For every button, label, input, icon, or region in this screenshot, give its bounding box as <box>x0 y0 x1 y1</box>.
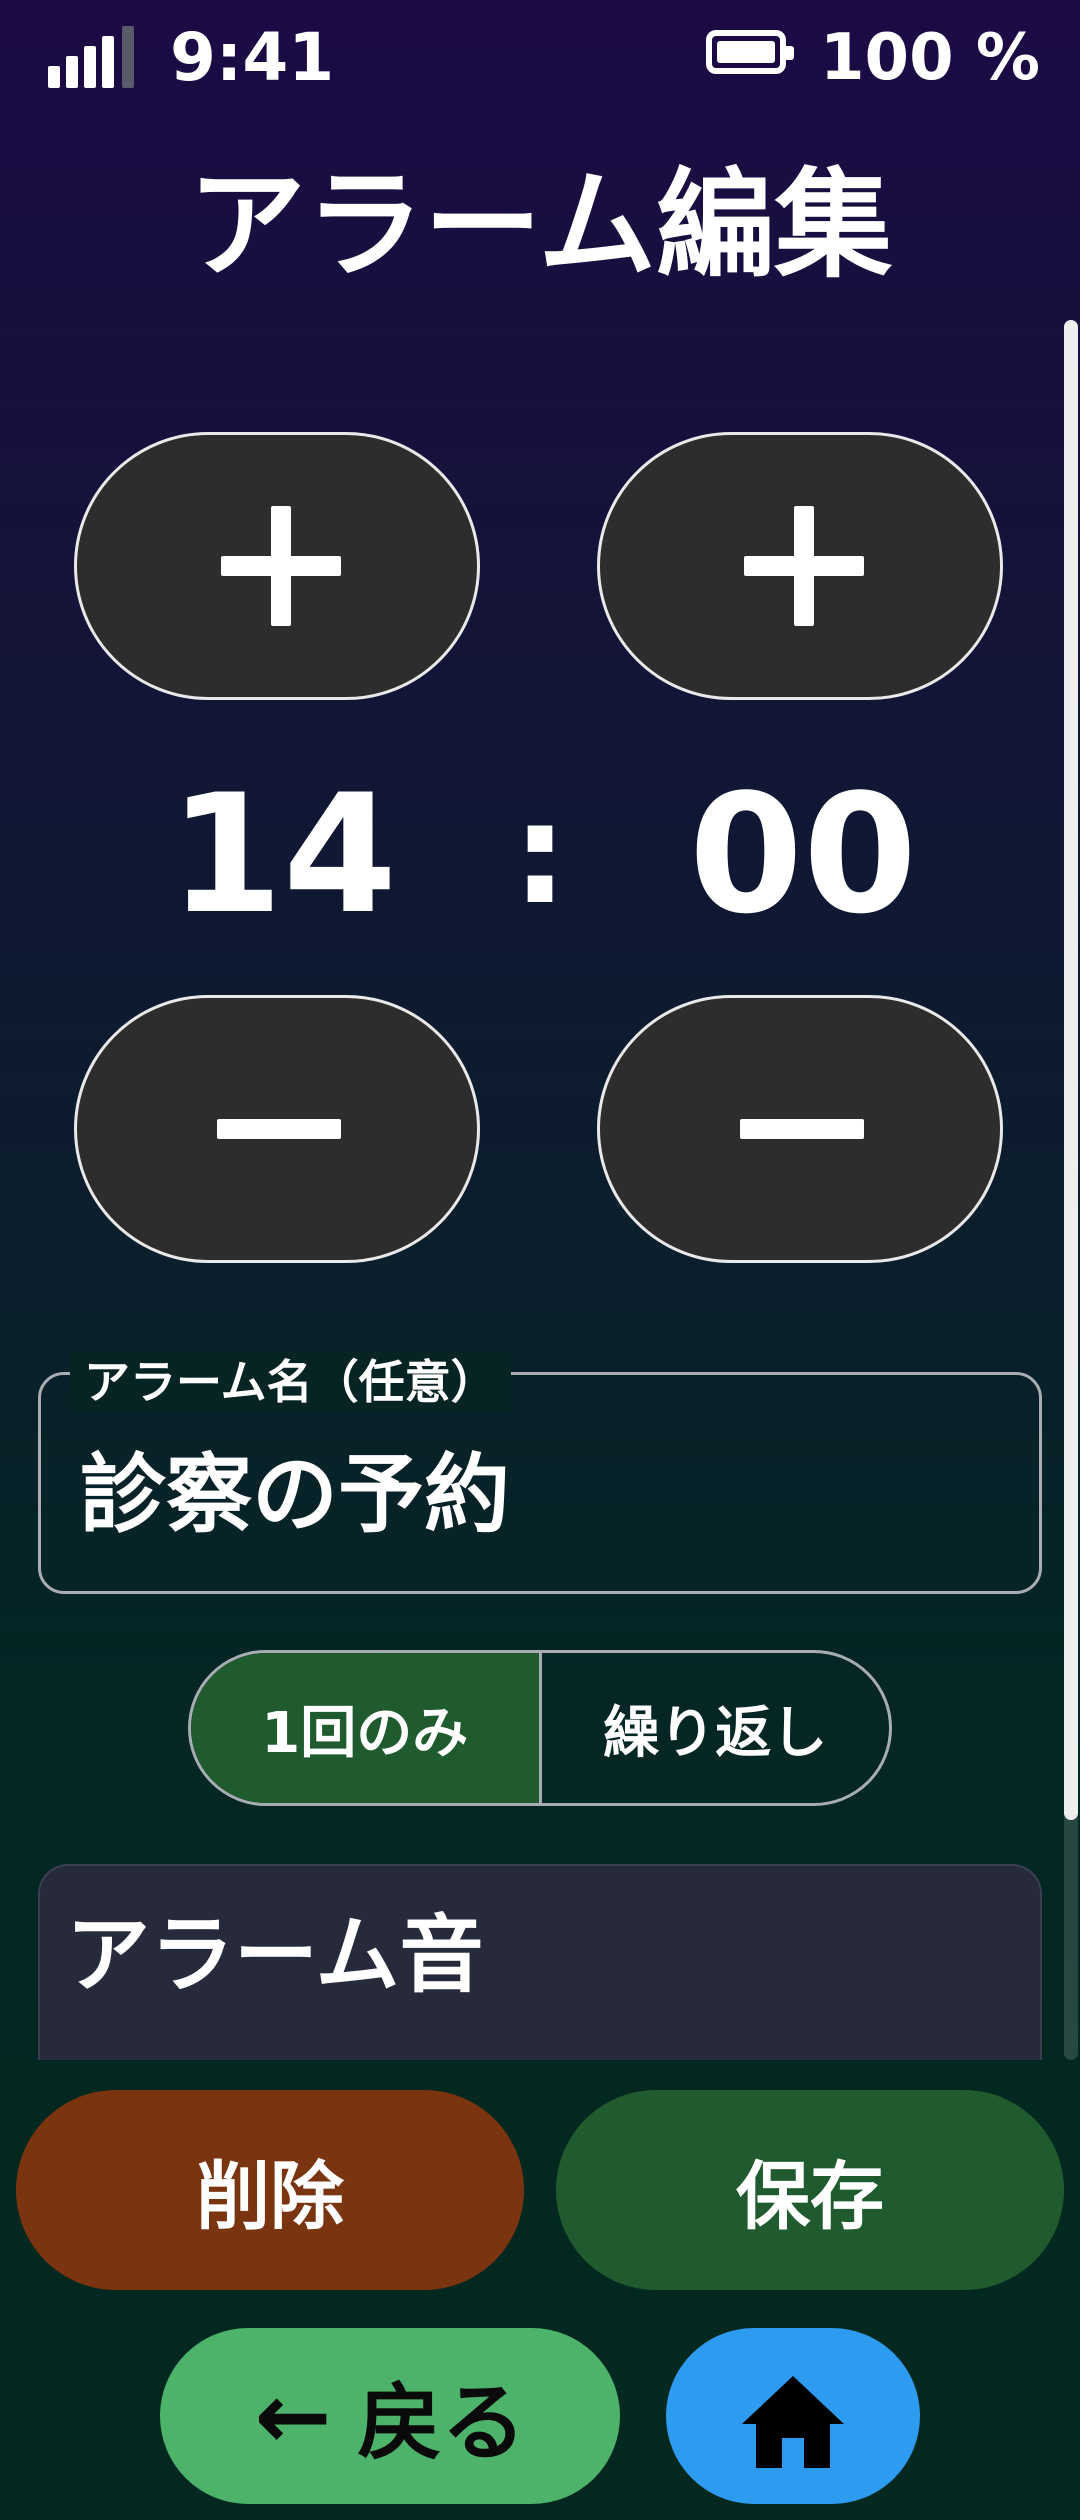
status-time: 9:41 <box>170 19 335 96</box>
repeat-toggle: 1回のみ 繰り返し <box>188 1650 892 1806</box>
repeat-option[interactable]: 繰り返し <box>542 1653 890 1803</box>
save-button[interactable]: 保存 <box>556 2090 1064 2290</box>
home-icon <box>742 2376 844 2468</box>
hour-increment-button[interactable] <box>74 432 480 700</box>
time-separator: : <box>512 773 568 936</box>
hour-decrement-button[interactable] <box>74 995 480 1263</box>
minute-increment-button[interactable] <box>597 432 1003 700</box>
arrow-left-icon: ← <box>254 2362 332 2470</box>
page-title: アラーム編集 <box>187 156 893 294</box>
minus-icon <box>217 1119 341 1139</box>
battery-full-icon <box>706 30 794 74</box>
back-button-label: 戻る <box>357 2373 526 2472</box>
minus-icon <box>740 1119 864 1139</box>
alarm-sound-title: アラーム音 <box>66 1906 484 2004</box>
back-button[interactable]: ← 戻る <box>160 2328 620 2504</box>
alarm-name-value[interactable]: 診察の予約 <box>80 1440 510 1550</box>
hour-value: 14 <box>168 759 398 950</box>
scrollbar-thumb[interactable] <box>1064 320 1078 1820</box>
minute-value: 00 <box>688 759 918 950</box>
signal-bars-icon <box>48 26 148 88</box>
minute-decrement-button[interactable] <box>597 995 1003 1263</box>
battery-percentage: 100 % <box>820 21 1040 95</box>
home-button[interactable] <box>666 2328 920 2504</box>
status-bar: 9:41 100 % <box>0 0 1080 110</box>
alarm-name-label: アラーム名（任意） <box>70 1352 511 1412</box>
delete-button[interactable]: 削除 <box>16 2090 524 2290</box>
once-option[interactable]: 1回のみ <box>191 1653 542 1803</box>
